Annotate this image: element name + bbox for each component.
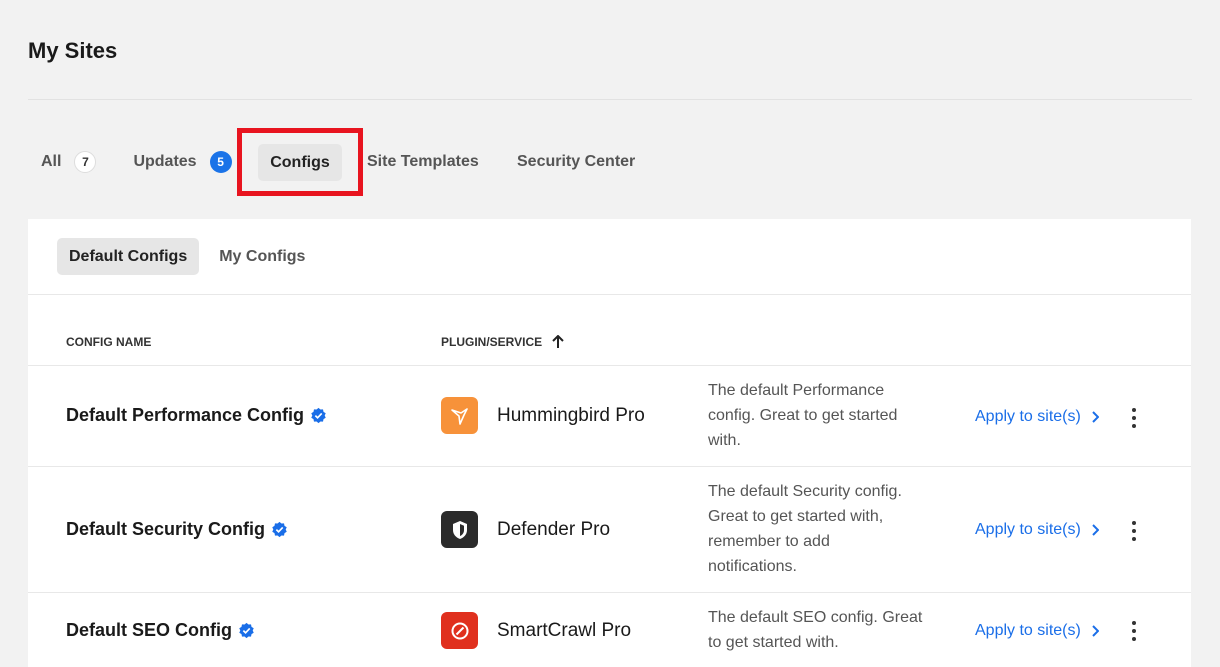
apply-label: Apply to site(s) (975, 521, 1081, 538)
verified-badge-icon (272, 521, 287, 538)
config-description: The default Security config. Great to ge… (708, 479, 948, 579)
table-row: Default Security Config Defender Pro The… (28, 466, 1191, 592)
description-line: with. (708, 432, 741, 449)
config-name: Default SEO Config (66, 620, 232, 640)
description-line: remember to add (708, 533, 830, 550)
sub-tabs: Default Configs My Configs (57, 238, 317, 275)
tab-updates[interactable]: Updates 5 (133, 143, 232, 181)
column-header-config-name[interactable]: CONFIG NAME (66, 335, 151, 349)
config-name: Default Performance Config (66, 405, 305, 425)
apply-to-sites-link[interactable]: Apply to site(s) (975, 521, 1099, 539)
tab-all-label: All (41, 153, 62, 170)
sub-tab-my-configs[interactable]: My Configs (207, 238, 317, 275)
main-tabs: All 7 Updates 5 Configs Site Templates S… (28, 128, 635, 196)
more-options-icon[interactable] (1126, 408, 1142, 428)
tab-updates-label: Updates (133, 153, 197, 170)
panel-divider (28, 294, 1191, 295)
description-line: Great to get started with, (708, 508, 884, 525)
config-name: Default Security Config (66, 519, 266, 539)
chevron-right-icon (1092, 625, 1099, 637)
configs-tab-highlight (237, 128, 363, 196)
sort-arrow-up-icon (552, 335, 564, 348)
tab-all-count-badge: 7 (74, 151, 97, 173)
description-line: notifications. (708, 558, 797, 575)
config-description: The default Performance config. Great to… (708, 378, 948, 453)
more-options-icon[interactable] (1126, 521, 1142, 541)
table-row: Default Performance Config Hummingbird P… (28, 365, 1191, 466)
description-line: The default Performance (708, 382, 885, 399)
chevron-right-icon (1092, 411, 1099, 423)
tab-updates-count-badge: 5 (209, 151, 232, 173)
apply-label: Apply to site(s) (975, 622, 1081, 639)
table-row: Default SEO Config SmartCrawl Pro The de… (28, 592, 1191, 667)
plugin-name: Defender Pro (497, 519, 611, 540)
smartcrawl-icon (441, 612, 478, 649)
column-header-plugin-service[interactable]: PLUGIN/SERVICE (441, 335, 564, 349)
apply-label: Apply to site(s) (975, 408, 1081, 425)
more-options-icon[interactable] (1126, 621, 1142, 641)
tab-all[interactable]: All 7 (41, 143, 97, 181)
config-description: The default SEO config. Great to get sta… (708, 605, 948, 655)
plugin-name: Hummingbird Pro (497, 405, 645, 426)
page-title: My Sites (28, 38, 118, 63)
tab-site-templates[interactable]: Site Templates (367, 143, 479, 181)
description-line: to get started with. (708, 634, 839, 651)
header-divider (28, 99, 1192, 100)
configs-panel: Default Configs My Configs CONFIG NAME P… (28, 219, 1191, 667)
sub-tab-default-configs[interactable]: Default Configs (57, 238, 200, 275)
column-header-plugin-label: PLUGIN/SERVICE (441, 335, 543, 349)
apply-to-sites-link[interactable]: Apply to site(s) (975, 408, 1099, 426)
apply-to-sites-link[interactable]: Apply to site(s) (975, 622, 1099, 640)
chevron-right-icon (1092, 524, 1099, 536)
plugin-name: SmartCrawl Pro (497, 620, 632, 641)
verified-badge-icon (239, 622, 254, 639)
description-line: config. Great to get started (708, 407, 898, 424)
description-line: The default SEO config. Great (708, 609, 923, 626)
verified-badge-icon (311, 407, 326, 424)
tab-security-center[interactable]: Security Center (517, 143, 635, 181)
hummingbird-icon (441, 397, 478, 434)
defender-shield-icon (441, 511, 478, 548)
description-line: The default Security config. (708, 483, 902, 500)
